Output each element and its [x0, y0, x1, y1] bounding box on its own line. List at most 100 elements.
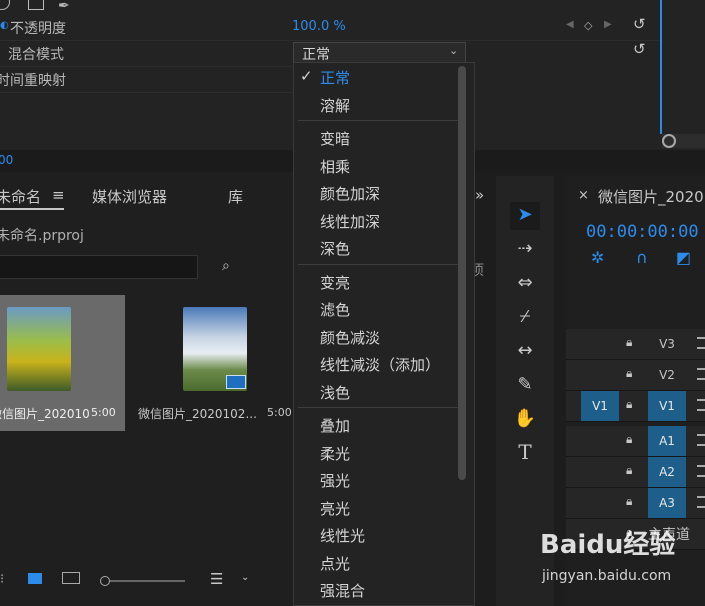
blend-mode-label: 混合模式 [8, 47, 64, 63]
track-a2[interactable]: 🔒︎ A2 [566, 457, 705, 488]
tab-media-browser[interactable]: 媒体浏览器 [92, 186, 167, 207]
scrollbar-handle[interactable] [662, 134, 676, 148]
prev-keyframe-icon[interactable]: ◀ [566, 19, 574, 30]
divider [0, 66, 293, 67]
type-tool-icon[interactable]: T [496, 440, 554, 464]
menu-item[interactable]: 亮光 [320, 498, 350, 519]
rect-mask-icon[interactable] [28, 0, 44, 10]
panel-menu-icon[interactable]: ≡ [52, 186, 65, 204]
menu-separator [298, 407, 458, 408]
menu-item[interactable]: 相乘 [320, 156, 350, 177]
time-remap-label: 时间重映射 [0, 73, 66, 89]
blend-mode-value: 正常 [302, 47, 330, 63]
search-input[interactable] [0, 255, 198, 279]
blend-mode-menu: ✓ 正常 溶解 变暗 相乘 颜色加深 线性加深 深色 变亮 滤色 颜色减淡 线性减淡（添加） 浅色 叠加柔… [293, 62, 475, 606]
freeform-view-icon[interactable] [62, 572, 80, 584]
selection-tool-icon[interactable]: ➤ [496, 204, 554, 225]
track-name: V3 [659, 337, 675, 351]
track-name: V2 [659, 368, 675, 382]
menu-item[interactable]: 溶解 [320, 95, 350, 116]
item-duration: 5:00 [91, 406, 116, 419]
menu-item[interactable]: 滤色 [320, 299, 350, 320]
track-toggle-icon[interactable] [697, 434, 705, 446]
lock-icon[interactable]: 🔒︎ [626, 335, 632, 350]
menu-scrollbar[interactable] [458, 66, 466, 480]
track-name: V1 [648, 391, 686, 421]
reset-icon[interactable]: ↺ [633, 15, 646, 33]
project-item-selected[interactable]: 微信图片_2020102... 5:00 [0, 295, 125, 431]
menu-item[interactable]: 强光 [320, 470, 350, 491]
lock-icon[interactable]: 🔒︎ [626, 494, 632, 509]
linked-selection-icon[interactable]: ◩ [676, 248, 691, 267]
tab-libraries[interactable]: 库 [228, 186, 243, 207]
close-icon[interactable]: × [578, 188, 589, 203]
nest-icon[interactable]: ✲ [591, 248, 604, 267]
toggle-icon[interactable] [0, 0, 10, 10]
lock-icon[interactable]: 🔒︎ [626, 366, 632, 381]
track-toggle-icon[interactable] [697, 337, 705, 349]
chevron-down-icon: ⌄ [449, 44, 459, 57]
list-view-icon[interactable]: ⁝ [0, 572, 4, 587]
item-duration: 5:00 [267, 406, 292, 419]
lock-icon[interactable]: 🔒︎ [626, 463, 632, 478]
razor-tool-icon[interactable]: ⌿ [496, 306, 554, 327]
icon-view-icon[interactable] [28, 573, 42, 584]
menu-item[interactable]: 点光 [320, 553, 350, 574]
sort-icon[interactable]: ☰ [210, 570, 223, 588]
track-toggle-icon[interactable] [697, 368, 705, 380]
track-toggle-icon[interactable] [697, 399, 705, 411]
snap-icon[interactable]: ∩ [636, 248, 648, 267]
track-toggle-icon[interactable] [697, 465, 705, 477]
zoom-slider-track[interactable] [110, 580, 185, 582]
tab-project[interactable]: 未命名 [0, 186, 41, 207]
menu-item[interactable]: 线性光 [320, 525, 365, 546]
timecode[interactable]: 00:00:00:00 [586, 222, 699, 242]
slip-tool-icon[interactable]: ↔ [496, 340, 554, 361]
menu-item[interactable]: 线性减淡（添加） [320, 354, 440, 375]
search-icon[interactable]: ⌕ [222, 258, 230, 274]
opacity-label: 不透明度 [10, 21, 66, 37]
menu-item[interactable]: 颜色加深 [320, 183, 380, 204]
stopwatch-icon[interactable]: ◐ [0, 20, 9, 31]
add-keyframe-icon[interactable]: ◇ [584, 19, 592, 32]
opacity-value[interactable]: 100.0 % [292, 19, 346, 34]
menu-item[interactable]: 深色 [320, 238, 350, 259]
divider [0, 92, 293, 93]
reset-icon[interactable]: ↺ [633, 40, 646, 58]
next-keyframe-icon[interactable]: ▶ [604, 19, 612, 30]
track-a1[interactable]: 🔒︎ A1 [566, 426, 705, 457]
track-a3[interactable]: 🔒︎ A3 [566, 488, 705, 519]
menu-item[interactable]: 强混合 [320, 580, 365, 601]
menu-item[interactable]: 叠加 [320, 415, 350, 436]
menu-item[interactable]: 变亮 [320, 272, 350, 293]
track-v3[interactable]: 🔒︎ V3 [566, 329, 705, 360]
track-v2[interactable]: 🔒︎ V2 [566, 360, 705, 391]
track-name: A2 [648, 457, 686, 487]
sequence-tab[interactable]: 微信图片_2020 [598, 186, 704, 207]
source-patch-v1[interactable]: V1 [581, 391, 619, 421]
track-v1[interactable]: V1 🔒︎ V1 [566, 391, 705, 422]
menu-item[interactable]: 浅色 [320, 382, 350, 403]
chevron-down-icon[interactable]: ⌄ [241, 572, 249, 583]
playhead-line [660, 0, 662, 134]
menu-item[interactable]: 颜色减淡 [320, 327, 380, 348]
zoom-slider-handle[interactable] [100, 576, 110, 586]
track-name: A1 [648, 426, 686, 456]
project-item[interactable]: 微信图片_2020102... 5:00 [128, 295, 293, 431]
lock-icon[interactable]: 🔒︎ [626, 397, 632, 412]
blend-mode-select[interactable]: 正常 ⌄ [293, 42, 466, 64]
track-select-tool-icon[interactable]: ⇢ [496, 238, 554, 259]
hand-tool-icon[interactable]: ✋ [496, 408, 554, 429]
lock-icon[interactable]: 🔒︎ [626, 432, 632, 447]
more-panels-icon[interactable]: » [475, 186, 484, 204]
project-file-name: 未命名.prproj [0, 228, 84, 244]
track-toggle-icon[interactable] [697, 496, 705, 508]
menu-item[interactable]: 线性加深 [320, 211, 380, 232]
ripple-edit-tool-icon[interactable]: ⇔ [496, 272, 554, 293]
pen-mask-icon[interactable]: ✒ [58, 0, 70, 14]
pen-tool-icon[interactable]: ✎ [496, 374, 554, 395]
menu-item[interactable]: 变暗 [320, 128, 350, 149]
menu-item[interactable]: 柔光 [320, 443, 350, 464]
project-panel: 未命名 ≡ 媒体浏览器 库 未命名.prproj ⌕ 微信图片_2020102.… [0, 172, 293, 606]
menu-item[interactable]: 正常 [320, 67, 350, 88]
